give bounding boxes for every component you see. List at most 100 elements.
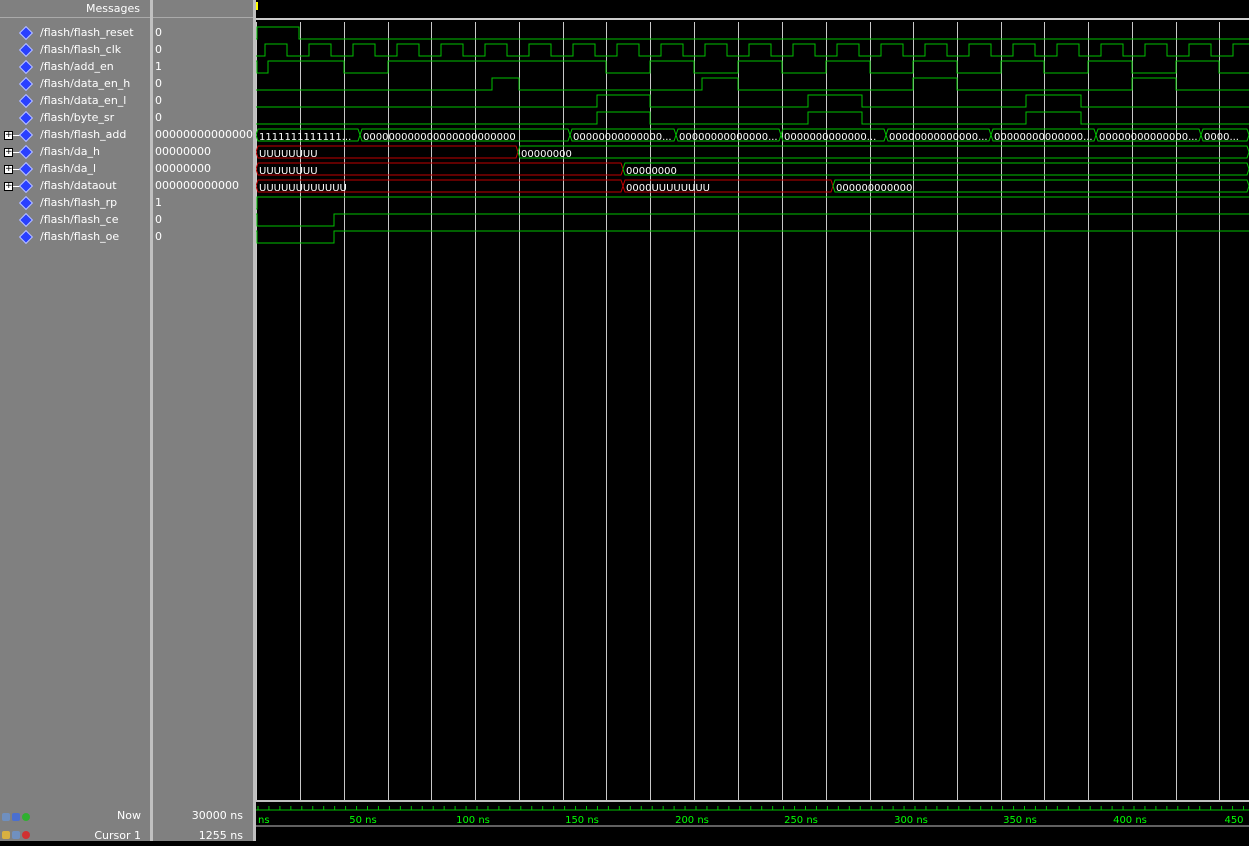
wave-da_l-segment: [622, 162, 1249, 176]
wave-byte_sr: [256, 111, 1249, 125]
signal-diamond-icon: [18, 127, 34, 143]
signal-row[interactable]: /flash/flash_rp: [0, 195, 150, 212]
wave-da_h-label: UUUUUUUU: [259, 149, 318, 160]
wave-data_en_l: [256, 94, 1249, 108]
add-cursor-icon[interactable]: [22, 813, 30, 821]
wave-header-bar: [256, 0, 1249, 18]
signal-diamond-icon: [18, 59, 34, 75]
cursor-value: 1255 ns: [198, 829, 243, 842]
timeline-tick-label: 250 ns: [784, 815, 818, 826]
signal-value: 00000000: [155, 145, 211, 158]
remove-cursor-icon[interactable]: [22, 831, 30, 839]
timeline-tick-label: 150 ns: [565, 815, 599, 826]
signal-diamond-icon: [18, 76, 34, 92]
footer-cursor-row: Cursor 1 1255 ns: [0, 826, 253, 846]
footer-now-row: Now 30000 ns: [0, 806, 253, 826]
signal-row[interactable]: + /flash/da_h: [0, 144, 150, 161]
signal-diamond-icon: [18, 144, 34, 160]
signal-row[interactable]: + /flash/flash_add: [0, 127, 150, 144]
messages-header-label: Messages: [86, 2, 140, 15]
signal-name: /flash/da_h: [40, 145, 100, 158]
cursor-marker-icon: [256, 2, 258, 10]
signal-name: /flash/flash_clk: [40, 43, 122, 56]
signal-diamond-icon: [18, 178, 34, 194]
signal-name: /flash/flash_add: [40, 128, 127, 141]
signal-row[interactable]: /flash/data_en_h: [0, 76, 150, 93]
signal-name: /flash/flash_oe: [40, 230, 120, 243]
signal-value: 0: [155, 230, 162, 243]
timeline-tick-label: 200 ns: [675, 815, 709, 826]
now-row-icons: [2, 811, 32, 824]
wave-da_h-label: 00000000: [521, 149, 572, 160]
messages-header: Messages: [0, 0, 150, 18]
timeline-bar: [256, 800, 1249, 841]
wave-flash_add-label: 00000000000000...: [889, 132, 988, 143]
cursor-label: Cursor 1: [94, 829, 141, 842]
signal-row[interactable]: + /flash/dataout: [0, 178, 150, 195]
values-header: [153, 0, 253, 18]
timeline-tick-label: 100 ns: [456, 815, 490, 826]
signal-name: /flash/flash_reset: [40, 26, 134, 39]
timeline-tick-label: 50 ns: [349, 815, 376, 826]
signal-row[interactable]: /flash/flash_oe: [0, 229, 150, 246]
signal-row[interactable]: /flash/byte_sr: [0, 110, 150, 127]
timeline-tick-label: 450: [1224, 815, 1243, 826]
signal-row[interactable]: /flash/flash_reset: [0, 25, 150, 42]
signal-value: 0: [155, 26, 162, 39]
signal-row[interactable]: /flash/flash_clk: [0, 42, 150, 59]
wave-flash_rp: [256, 196, 1249, 210]
timeline-tick-label: ns: [258, 815, 270, 826]
signal-value: 1: [155, 60, 162, 73]
signal-name: /flash/byte_sr: [40, 111, 115, 124]
signal-row[interactable]: /flash/data_en_l: [0, 93, 150, 110]
signal-row[interactable]: /flash/flash_ce: [0, 212, 150, 229]
cursor-row-icons: [2, 829, 32, 842]
expand-icon[interactable]: +: [4, 165, 13, 174]
waveform-canvas[interactable]: 1111111111111... 000000000000000000000000…: [256, 0, 1249, 841]
timeline-tick-label: 400 ns: [1113, 815, 1147, 826]
signal-value: 0: [155, 213, 162, 226]
wave-flash_add-label: 1111111111111...: [259, 132, 351, 143]
signal-value: 1: [155, 196, 162, 209]
zoom-icon[interactable]: [2, 813, 10, 821]
timeline-tick-label: 350 ns: [1003, 815, 1037, 826]
wave-flash_add-label: 000000000000000000000000: [363, 132, 516, 143]
wave-flash_add-label: 00000000000000...: [1099, 132, 1198, 143]
wave-flash_add-label: 00000000000000...: [679, 132, 778, 143]
signal-diamond-icon: [18, 229, 34, 245]
expand-icon[interactable]: +: [4, 182, 13, 191]
signal-diamond-icon: [18, 25, 34, 41]
window-icon[interactable]: [12, 813, 20, 821]
wave-dataout-label: UUUUUUUUUUUU: [259, 183, 347, 194]
signal-name: /flash/data_en_h: [40, 77, 131, 90]
expand-icon[interactable]: +: [4, 148, 13, 157]
wave-add_en: [256, 60, 1249, 74]
signal-name: /flash/add_en: [40, 60, 114, 73]
wave-dataout-label: 000000000000: [836, 183, 912, 194]
signal-value: 0000000000000000000: [155, 128, 253, 141]
signal-value: 0: [155, 43, 162, 56]
wave-flash_add-label: 00000000000000...: [573, 132, 672, 143]
signal-name: /flash/flash_ce: [40, 213, 119, 226]
signal-name: /flash/da_l: [40, 162, 97, 175]
wave-flash_ce: [256, 213, 1249, 227]
wrench-icon[interactable]: [12, 831, 20, 839]
signal-name: /flash/flash_rp: [40, 196, 118, 209]
wave-da_l-label: 00000000: [626, 166, 677, 177]
now-label: Now: [117, 809, 141, 822]
signal-row[interactable]: + /flash/da_l: [0, 161, 150, 178]
signal-diamond-icon: [18, 42, 34, 58]
lock-icon[interactable]: [2, 831, 10, 839]
wave-flash_add-label: 0000000000000...: [784, 132, 876, 143]
wave-dataout-label: 0000UUUUUUUU: [626, 183, 710, 194]
expand-icon[interactable]: +: [4, 131, 13, 140]
signal-row[interactable]: /flash/add_en: [0, 59, 150, 76]
wave-flash_oe: [256, 230, 1249, 244]
signal-diamond-icon: [18, 110, 34, 126]
signal-diamond-icon: [18, 195, 34, 211]
wave-da_h-segment: [517, 145, 1249, 159]
timeline-tick-label: 300 ns: [894, 815, 928, 826]
signal-diamond-icon: [18, 212, 34, 228]
wave-da_l-label: UUUUUUUU: [259, 166, 318, 177]
signal-name: /flash/dataout: [40, 179, 117, 192]
